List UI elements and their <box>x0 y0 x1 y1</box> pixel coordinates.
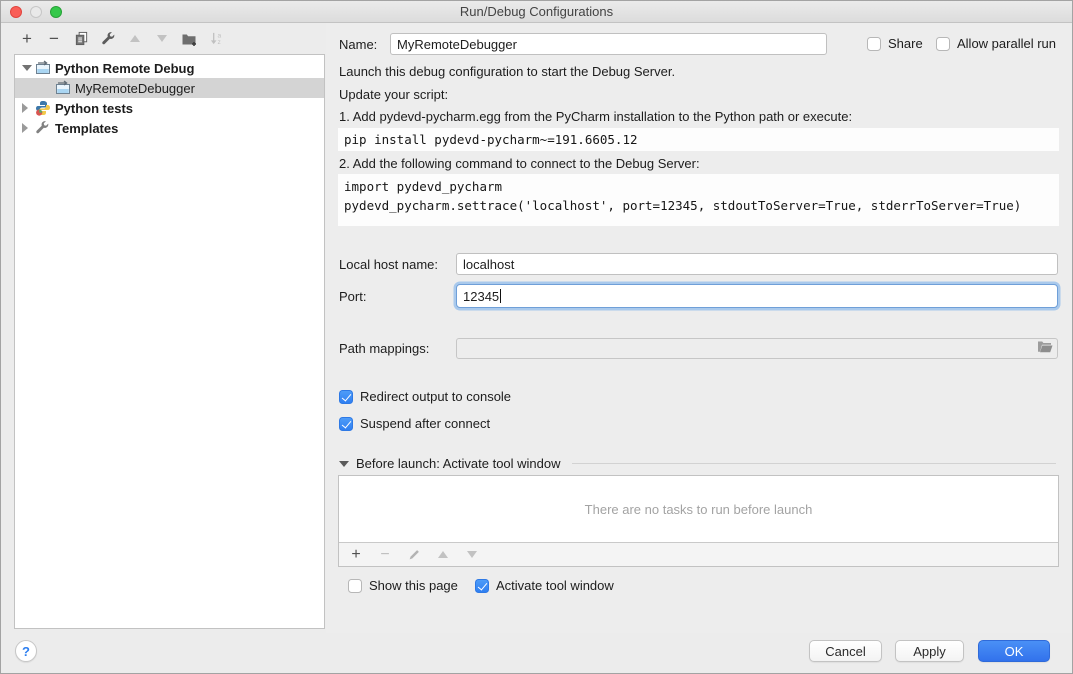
tree-item-label: Python tests <box>55 101 133 116</box>
window-title: Run/Debug Configurations <box>1 1 1072 22</box>
settrace-code[interactable]: import pydevd_pycharm pydevd_pycharm.set… <box>338 174 1059 226</box>
show-this-page-label: Show this page <box>369 578 458 593</box>
dialog-footer: ? Cancel Apply OK <box>1 633 1072 673</box>
tree-item-label: Python Remote Debug <box>55 61 194 76</box>
settrace-code-line1: import pydevd_pycharm <box>344 179 502 194</box>
ok-button[interactable]: OK <box>978 640 1050 662</box>
configurations-toolbar: + − <box>1 23 326 54</box>
zoom-window-button[interactable] <box>50 6 62 18</box>
before-launch-title: Before launch: Activate tool window <box>356 456 561 471</box>
port-label: Port: <box>339 289 366 304</box>
tree-item-python-remote-debug[interactable]: Python Remote Debug <box>15 58 324 78</box>
edit-task-pencil-icon <box>406 547 422 563</box>
before-launch-header[interactable]: Before launch: Activate tool window <box>339 456 1056 471</box>
path-mappings-input[interactable] <box>456 338 1058 359</box>
chevron-collapsed-icon[interactable] <box>22 103 32 113</box>
remote-debug-icon <box>35 60 51 76</box>
minimize-window-button <box>30 6 42 18</box>
share-label: Share <box>888 36 923 51</box>
move-task-up-icon <box>435 547 451 563</box>
traffic-lights <box>10 6 62 18</box>
show-this-page-checkbox[interactable] <box>348 579 362 593</box>
chevron-expanded-icon[interactable] <box>22 65 32 71</box>
path-mappings-label: Path mappings: <box>339 341 429 356</box>
apply-button[interactable]: Apply <box>895 640 964 662</box>
remove-task-icon: − <box>377 547 393 563</box>
edit-defaults-wrench-icon[interactable] <box>100 31 116 47</box>
suspend-after-connect-row: Suspend after connect <box>339 416 490 431</box>
pip-install-code[interactable]: pip install pydevd-pycharm~=191.6605.12 <box>338 128 1059 151</box>
text-caret <box>500 289 501 303</box>
close-window-button[interactable] <box>10 6 22 18</box>
update-script-text: Update your script: <box>339 87 448 102</box>
share-checkbox-row: Share <box>867 36 923 51</box>
tree-item-python-tests[interactable]: Python tests <box>15 98 324 118</box>
svg-text:z: z <box>217 39 220 46</box>
before-launch-toolbar: + − <box>339 542 1058 566</box>
sort-alphabetically-icon: a z <box>208 31 224 47</box>
activate-tool-window-label: Activate tool window <box>496 578 614 593</box>
remote-debug-icon <box>55 80 71 96</box>
add-configuration-icon[interactable]: + <box>19 31 35 47</box>
intro-text: Launch this debug configuration to start… <box>339 64 675 79</box>
move-up-icon <box>127 31 143 47</box>
share-checkbox[interactable] <box>867 37 881 51</box>
remove-configuration-icon[interactable]: − <box>46 31 62 47</box>
cancel-button[interactable]: Cancel <box>809 640 882 662</box>
copy-configuration-icon[interactable] <box>73 31 89 47</box>
add-task-icon[interactable]: + <box>348 547 364 563</box>
name-label: Name: <box>339 37 377 52</box>
step1-text: 1. Add pydevd-pycharm.egg from the PyCha… <box>339 109 852 124</box>
settrace-code-line2: pydevd_pycharm.settrace('localhost', por… <box>344 198 1021 213</box>
help-button[interactable]: ? <box>15 640 37 662</box>
activate-tool-window-checkbox[interactable] <box>475 579 489 593</box>
python-tests-icon <box>35 100 51 116</box>
chevron-expanded-icon[interactable] <box>339 461 349 467</box>
redirect-output-label: Redirect output to console <box>360 389 511 404</box>
suspend-after-connect-checkbox[interactable] <box>339 417 353 431</box>
port-input[interactable]: 12345 <box>456 284 1058 308</box>
configuration-editor: Name: Share Allow parallel run Launch th… <box>326 23 1072 633</box>
titlebar[interactable]: Run/Debug Configurations <box>1 1 1072 23</box>
tree-item-templates[interactable]: Templates <box>15 118 324 138</box>
allow-parallel-checkbox-row: Allow parallel run <box>936 36 1056 51</box>
redirect-output-checkbox[interactable] <box>339 390 353 404</box>
allow-parallel-run-checkbox[interactable] <box>936 37 950 51</box>
configurations-sidebar: + − <box>1 23 326 633</box>
step2-text: 2. Add the following command to connect … <box>339 156 700 171</box>
empty-tasks-message: There are no tasks to run before launch <box>585 502 813 517</box>
configurations-tree: Python Remote Debug MyRemoteDebugger <box>14 54 325 629</box>
before-launch-panel: There are no tasks to run before launch … <box>338 475 1059 567</box>
name-input[interactable] <box>390 33 827 55</box>
local-host-name-label: Local host name: <box>339 257 438 272</box>
show-this-page-row: Show this page <box>348 578 458 593</box>
activate-tool-window-row: Activate tool window <box>475 578 614 593</box>
help-question-icon: ? <box>22 644 30 659</box>
tree-item-myremotedebugger[interactable]: MyRemoteDebugger <box>15 78 324 98</box>
local-host-name-input[interactable] <box>456 253 1058 275</box>
move-task-down-icon <box>464 547 480 563</box>
run-debug-configurations-dialog: Run/Debug Configurations + − <box>0 0 1073 674</box>
redirect-output-row: Redirect output to console <box>339 389 511 404</box>
suspend-after-connect-label: Suspend after connect <box>360 416 490 431</box>
chevron-collapsed-icon[interactable] <box>22 123 32 133</box>
move-down-icon <box>154 31 170 47</box>
new-folder-icon[interactable] <box>181 31 197 47</box>
tree-item-label: MyRemoteDebugger <box>75 81 195 96</box>
dialog-body: + − <box>1 23 1072 633</box>
allow-parallel-run-label: Allow parallel run <box>957 36 1056 51</box>
section-divider <box>572 463 1056 464</box>
tree-item-label: Templates <box>55 121 118 136</box>
browse-folder-icon[interactable] <box>1037 340 1053 357</box>
before-launch-task-list[interactable]: There are no tasks to run before launch <box>339 476 1058 542</box>
port-value: 12345 <box>463 289 499 304</box>
templates-wrench-icon <box>35 120 51 136</box>
